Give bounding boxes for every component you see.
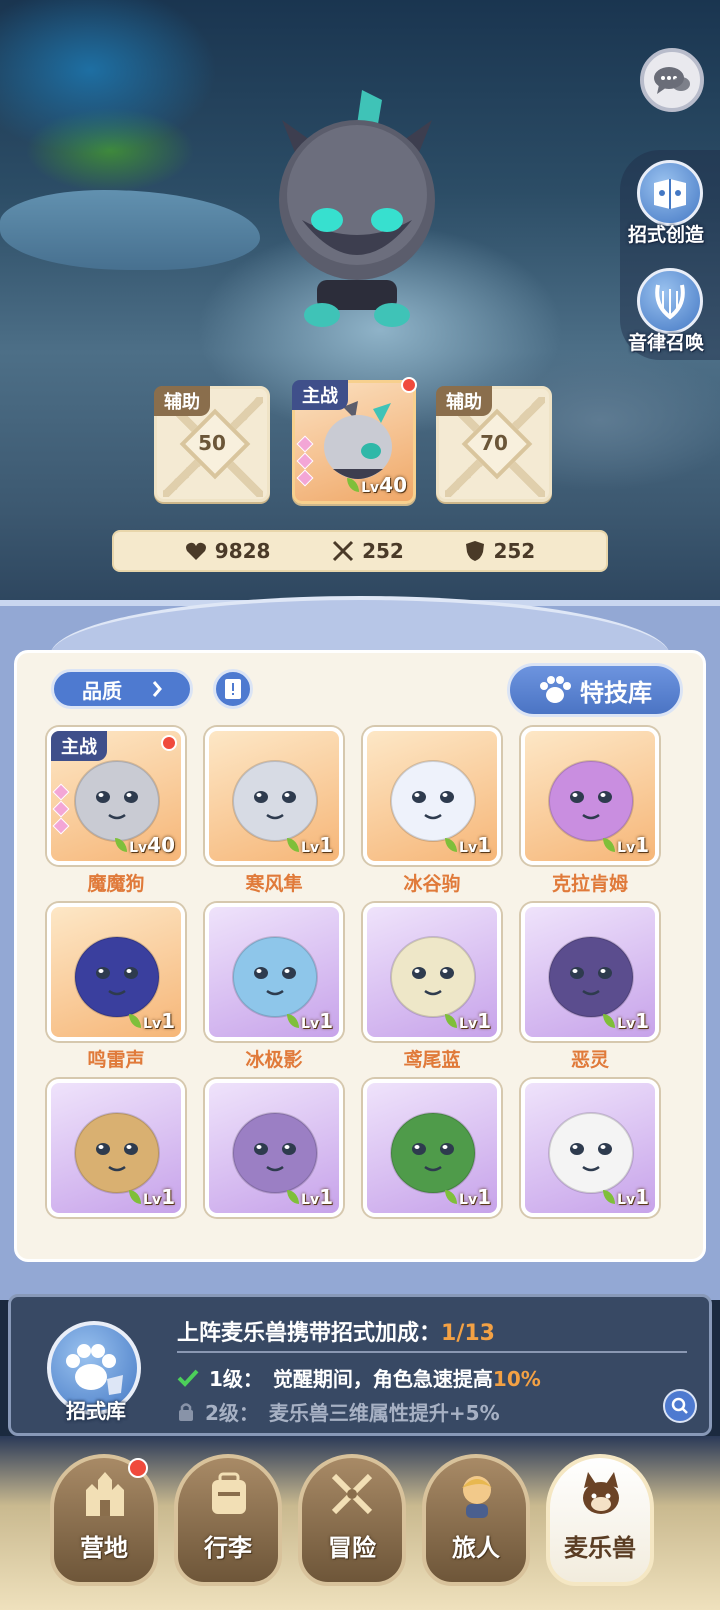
pet-face-icon [583, 1472, 619, 1514]
pet-level: Lv1 [129, 1009, 175, 1033]
rhythm-summon-button[interactable]: 音律召唤 [620, 268, 720, 355]
nav-tab[interactable]: 旅人 [422, 1454, 530, 1592]
pond [0, 190, 260, 270]
pet-name: 恶灵 [570, 1049, 609, 1071]
paw-icon [540, 676, 571, 703]
pet-card[interactable]: Lv1 [205, 903, 343, 1041]
heart-icon [185, 542, 206, 560]
hp-stat: 9828 [185, 539, 270, 563]
pet-name: 鸣雷声 [87, 1049, 145, 1071]
unlock-level: 50 [198, 431, 226, 455]
skill-library-button[interactable]: 特技库 [507, 663, 683, 717]
book-icon [225, 679, 241, 699]
pet-name: 冰谷驹 [403, 873, 461, 895]
skill-create-label: 招式创造 [627, 224, 704, 246]
main-pet-model [279, 90, 435, 327]
pet-card[interactable]: Lv1 [363, 1079, 501, 1217]
crossed-swords-icon [333, 540, 354, 562]
skill-library-icon-label: 招式库 [66, 1399, 126, 1423]
pet-level: Lv1 [287, 833, 333, 857]
skill-library-label: 特技库 [580, 678, 652, 707]
chat-bubbles-icon [654, 67, 690, 94]
notification-dot [401, 377, 417, 393]
nav-tab[interactable]: 行李 [174, 1454, 282, 1592]
support-slot-right[interactable]: 70 辅助 [436, 386, 552, 502]
bonus-level-1: 1级： 觉醒期间，角色急速提高10% [177, 1363, 541, 1392]
pet-level: Lv1 [129, 1185, 175, 1209]
rank-stars [296, 435, 314, 489]
rank-stars [52, 783, 70, 837]
backpack-icon [212, 1472, 246, 1514]
skill-create-button[interactable]: 招式创造 [620, 160, 720, 247]
pet-name: 寒风隼 [245, 873, 303, 895]
pet-card[interactable]: Lv1 [521, 903, 659, 1041]
nav-tab[interactable]: 营地 [50, 1454, 158, 1592]
pet-level: Lv40 [347, 473, 407, 497]
pet-name: 冰极影 [245, 1049, 303, 1071]
pet-name: 鸢尾蓝 [403, 1049, 461, 1071]
bonus-level-2: 2级： 麦乐兽三维属性提升+5% [177, 1397, 500, 1426]
pet-level: Lv1 [445, 833, 491, 857]
nav-tab-label: 麦乐兽 [564, 1534, 636, 1562]
lyre-icon [637, 268, 703, 334]
unlock-level: 70 [480, 431, 508, 455]
nav-tab[interactable]: 麦乐兽 [546, 1454, 654, 1592]
quality-filter-label: 品质 [82, 678, 122, 703]
nav-tab-label: 旅人 [452, 1534, 500, 1562]
divider [177, 1351, 687, 1353]
notification-dot [128, 1458, 148, 1478]
rhythm-summon-label: 音律召唤 [627, 332, 704, 354]
pet-name: 克拉肯姆 [551, 873, 628, 895]
pet-card[interactable]: 主战 Lv40 [47, 727, 185, 865]
nav-tab-label: 行李 [204, 1534, 252, 1562]
slot-tag: 辅助 [154, 386, 210, 416]
attack-stat: 252 [332, 539, 404, 563]
team-stats-bar: 9828 252 252 [112, 530, 608, 572]
pet-card[interactable]: Lv1 [521, 727, 659, 865]
pet-card[interactable]: Lv1 [205, 727, 343, 865]
pet-card[interactable]: Lv1 [47, 1079, 185, 1217]
slot-tag: 辅助 [436, 386, 492, 416]
bonus-progress: 1/13 [441, 1321, 495, 1346]
traveler-icon [462, 1476, 492, 1518]
pet-level: Lv40 [115, 833, 175, 857]
zoom-in-button[interactable] [663, 1389, 697, 1423]
pet-level: Lv1 [603, 833, 649, 857]
nav-tab-label: 冒险 [328, 1534, 376, 1562]
pet-card[interactable]: Lv1 [363, 727, 501, 865]
magnifier-icon [671, 1397, 688, 1414]
lock-icon [179, 1402, 193, 1421]
pet-level: Lv1 [445, 1009, 491, 1033]
pet-level: Lv1 [287, 1185, 333, 1209]
handbook-button[interactable] [213, 669, 253, 709]
pet-level: Lv1 [287, 1009, 333, 1033]
main-pet-tag: 主战 [51, 731, 107, 761]
defense-stat: 252 [465, 539, 535, 563]
skill-bonus-panel: 招式库 上阵麦乐兽携带招式加成：1/13 1级： 觉醒期间，角色急速提高10% … [8, 1294, 712, 1436]
pet-list-panel: 品质 特技库 主战 Lv40 魔魔狗 Lv1 寒风隼 Lv1 冰谷驹 Lv1 克拉肯姆 Lv1 鸣雷… [14, 650, 706, 1262]
pet-card[interactable]: Lv1 [363, 903, 501, 1041]
notification-dot [161, 735, 177, 751]
bonus-title: 上阵麦乐兽携带招式加成：1/13 [177, 1321, 495, 1346]
pet-level: Lv1 [603, 1009, 649, 1033]
quality-filter-button[interactable]: 品质 [51, 669, 193, 709]
pet-card[interactable]: Lv1 [521, 1079, 659, 1217]
checkmark-icon [177, 1369, 199, 1387]
castle-icon [86, 1472, 124, 1516]
chevron-right-icon [152, 681, 162, 697]
support-slot-left[interactable]: 50 辅助 [154, 386, 270, 502]
chat-button[interactable] [640, 48, 704, 112]
pet-card[interactable]: Lv1 [47, 903, 185, 1041]
pet-card[interactable]: Lv1 [205, 1079, 343, 1217]
pet-name: 魔魔狗 [87, 873, 145, 895]
pet-level: Lv1 [603, 1185, 649, 1209]
crossed-swords-icon [331, 1473, 373, 1515]
nav-tab-label: 营地 [80, 1534, 128, 1562]
nav-tab[interactable]: 冒险 [298, 1454, 406, 1592]
main-slot[interactable]: Lv40 主战 [292, 377, 417, 504]
skill-create-icon [637, 160, 703, 226]
shield-icon [466, 541, 485, 561]
slot-tag: 主战 [292, 380, 348, 410]
pet-level: Lv1 [445, 1185, 491, 1209]
